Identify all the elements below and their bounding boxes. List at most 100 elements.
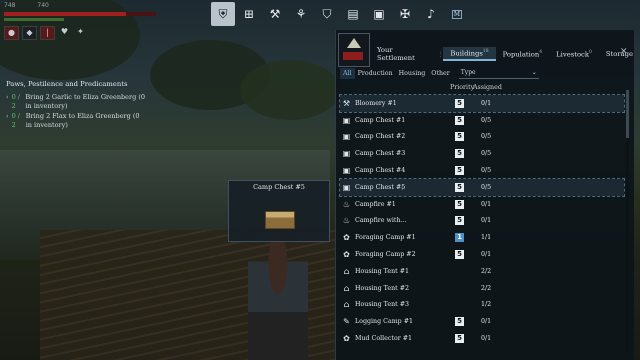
chevron-left-icon: ‹ xyxy=(6,93,9,101)
assigned-count: 1/1 xyxy=(481,234,492,242)
settlement-icon[interactable]: ⛨ xyxy=(211,2,235,26)
tab-livestock[interactable]: Livestock0 xyxy=(549,48,599,60)
filter-all[interactable]: All xyxy=(340,68,355,79)
building-name: Bloomery #1 xyxy=(355,99,397,107)
tab-population[interactable]: Population4 xyxy=(496,48,550,60)
filter-bar: All Production Housing Other Type ⌄ xyxy=(340,68,539,79)
skills-icon[interactable]: ✠ xyxy=(393,2,417,26)
filter-production[interactable]: Production xyxy=(355,68,396,79)
building-icon: ♨ xyxy=(342,199,351,209)
building-icon: ✎ xyxy=(343,317,350,327)
building-icon: ⌂ xyxy=(343,300,350,310)
tab-buildings[interactable]: Buildings18 xyxy=(443,46,496,62)
hud-stats: 748 740 xyxy=(4,2,49,9)
building-name: Housing Tent #2 xyxy=(355,284,409,292)
chest-preview-image xyxy=(265,211,295,229)
settlement-crest-icon[interactable] xyxy=(338,33,370,67)
table-row[interactable]: ✿ Foraging Camp #2 5 0/1 xyxy=(340,246,624,263)
map-icon[interactable]: ⊞ xyxy=(237,2,261,26)
priority-value[interactable]: 5 xyxy=(455,115,464,125)
building-name: Foraging Camp #2 xyxy=(355,251,416,259)
table-row[interactable]: ✿ Foraging Camp #1 1 1/1 xyxy=(340,229,624,246)
building-icon: ♨ xyxy=(342,216,351,226)
assigned-count: 0/1 xyxy=(481,99,492,107)
building-name: Camp Chest #2 xyxy=(355,133,406,141)
column-header-priority: Priority xyxy=(450,84,475,91)
assigned-count: 0/1 xyxy=(481,217,492,225)
panel-tabs: Your Settlement ⋮ Buildings18 Population… xyxy=(370,44,640,64)
building-name: Housing Tent #1 xyxy=(355,267,409,275)
shield-icon[interactable]: ⛉ xyxy=(315,2,339,26)
close-icon[interactable]: ✕ xyxy=(620,47,628,57)
priority-value[interactable]: 5 xyxy=(455,132,464,142)
assigned-count: 1/2 xyxy=(481,301,492,309)
building-icon: ▣ xyxy=(342,132,351,142)
tab-your-settlement[interactable]: Your Settlement xyxy=(370,44,437,64)
assigned-count: 0/1 xyxy=(481,200,492,208)
table-row[interactable]: ▣ Camp Chest #2 5 0/5 xyxy=(340,129,624,146)
priority-value[interactable]: 5 xyxy=(455,182,464,192)
table-row[interactable]: ▣ Camp Chest #4 5 0/5 xyxy=(340,162,624,179)
tab-badge: 4 xyxy=(539,49,543,55)
quest-progress: 0 / 2 xyxy=(11,112,21,129)
scrollbar[interactable] xyxy=(626,90,629,352)
item-slot-icon[interactable]: ◆ xyxy=(22,26,37,40)
tech-icon[interactable]: ⚘ xyxy=(289,2,313,26)
assigned-count: 0/5 xyxy=(481,183,492,191)
priority-value[interactable]: 5 xyxy=(455,317,464,327)
priority-value[interactable]: 5 xyxy=(455,149,464,159)
building-name: Camp Chest #1 xyxy=(355,116,406,124)
bell-icon[interactable]: ♪ xyxy=(419,2,443,26)
building-icon: ⌂ xyxy=(343,283,350,293)
building-icon: ▣ xyxy=(342,182,351,192)
table-row[interactable]: ✿ Mud Collector #1 5 0/1 xyxy=(340,330,624,347)
priority-value[interactable]: 5 xyxy=(455,98,464,108)
table-row[interactable]: ⌂ Housing Tent #2 2/2 xyxy=(340,280,624,297)
table-row[interactable]: ⚒ Bloomery #1 5 0/1 xyxy=(339,94,625,113)
building-name: Campfire #1 xyxy=(355,200,396,208)
drag-handle-icon[interactable]: ⋮ xyxy=(399,184,405,191)
table-row[interactable]: ⌂ Housing Tent #1 2/2 xyxy=(340,263,624,280)
tab-badge: 0 xyxy=(588,49,592,55)
menu-key-hint[interactable]: M xyxy=(445,2,469,26)
table-row[interactable]: ♨ Campfire #1 5 0/1 xyxy=(340,196,624,213)
table-row[interactable]: ▣ Camp Chest #1 5 0/5 xyxy=(340,112,624,129)
building-icon: ⚒ xyxy=(342,98,351,108)
type-select-value: Type xyxy=(460,68,476,76)
assigned-count: 0/5 xyxy=(481,116,492,124)
filter-housing[interactable]: Housing xyxy=(396,68,429,79)
codex-icon[interactable]: ▣ xyxy=(367,2,391,26)
building-icon: ✿ xyxy=(343,233,350,243)
quest-tracker: Paws, Pestilence and Predicaments ‹ 0 / … xyxy=(6,80,146,131)
priority-value[interactable]: 5 xyxy=(455,216,464,226)
table-row[interactable]: ▣ Camp Chest #5 ⋮ 5 0/5 xyxy=(339,177,625,197)
torch-slot-icon[interactable]: | xyxy=(40,26,55,40)
top-menu-bar: ⛨ ⊞ ⚒ ⚘ ⛉ ▤ ▣ ✠ ♪ M xyxy=(210,0,470,28)
priority-value[interactable]: 1 xyxy=(455,233,464,243)
table-row[interactable]: ▣ Camp Chest #3 5 0/5 xyxy=(340,145,624,162)
quest-progress: 0 / 2 xyxy=(11,93,21,110)
assigned-count: 0/5 xyxy=(481,150,492,158)
scrollbar-thumb[interactable] xyxy=(626,90,629,138)
sparkle-status-icon: ✦ xyxy=(77,27,84,36)
filter-other[interactable]: Other xyxy=(428,68,453,79)
priority-value[interactable]: 5 xyxy=(455,334,464,344)
priority-value[interactable]: 5 xyxy=(455,166,464,176)
building-name: Housing Tent #3 xyxy=(355,301,409,309)
table-row[interactable]: ⌂ Housing Tent #3 1/2 xyxy=(340,297,624,314)
table-row[interactable]: ✎ Logging Camp #1 5 0/1 xyxy=(340,313,624,330)
health-bar-fill xyxy=(4,12,126,16)
type-select[interactable]: Type ⌄ xyxy=(458,68,539,79)
quest-objective: ‹ 0 / 2 Bring 2 Flax to Eliza Greenberg … xyxy=(6,112,146,130)
building-icon: ✿ xyxy=(343,250,350,260)
priority-value[interactable]: 5 xyxy=(455,199,464,209)
table-row[interactable]: ♨ Campfire with... 5 0/1 xyxy=(340,213,624,230)
assigned-count: 0/1 xyxy=(481,251,492,259)
priority-value[interactable]: 5 xyxy=(455,250,464,260)
assigned-count: 0/5 xyxy=(481,133,492,141)
building-icon: ▣ xyxy=(342,149,351,159)
build-icon[interactable]: ⚒ xyxy=(263,2,287,26)
building-name: Foraging Camp #1 xyxy=(355,234,416,242)
journal-icon[interactable]: ▤ xyxy=(341,2,365,26)
food-slot-icon[interactable]: ● xyxy=(4,26,19,40)
